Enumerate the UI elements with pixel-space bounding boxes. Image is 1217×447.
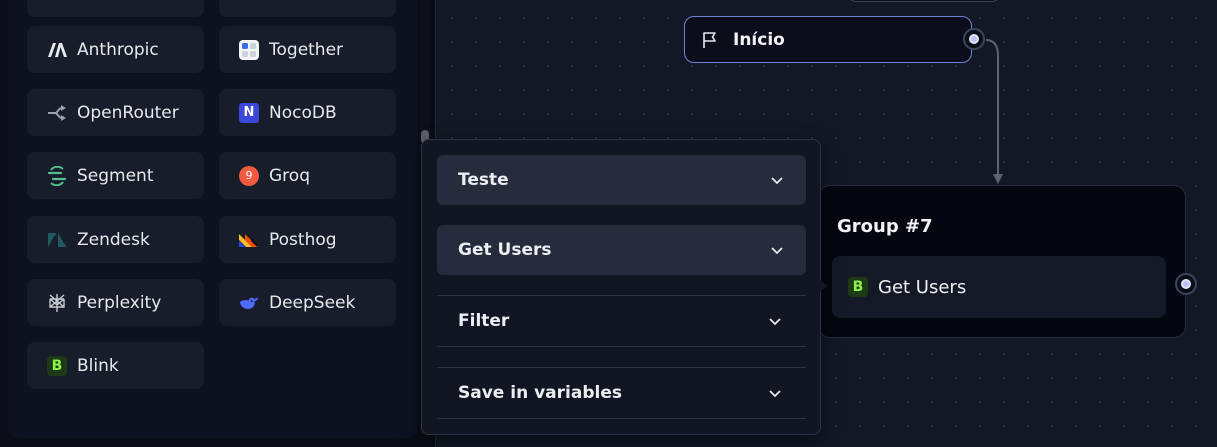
blink-badge-text: B xyxy=(51,357,63,374)
block-label: DeepSeek xyxy=(269,292,356,313)
block-label: Anthropic xyxy=(77,39,159,60)
sidebar-block-deepseek[interactable]: DeepSeek xyxy=(219,279,396,326)
blink-icon: B xyxy=(47,355,67,376)
block-settings-popover: Teste Get Users Filter Save in variables xyxy=(421,139,821,435)
block-label: Together xyxy=(269,39,344,60)
sidebar-block-together[interactable]: Together xyxy=(219,26,396,73)
group-block-get-users[interactable]: B Get Users xyxy=(832,256,1166,318)
block-label: Groq xyxy=(269,165,310,186)
blink-icon: B xyxy=(848,277,868,297)
block-label: Perplexity xyxy=(77,292,162,313)
nocodb-icon: N xyxy=(239,102,259,123)
filter-accordion-label: Filter xyxy=(458,311,510,331)
sidebar-block-zendesk[interactable]: Zendesk xyxy=(27,216,204,263)
blocks-panel: Anthropic Together OpenRouter N NocoDB S… xyxy=(8,0,418,438)
group-title[interactable]: Group #7 xyxy=(837,216,933,237)
node-above-stub[interactable] xyxy=(848,0,1000,2)
chevron-down-icon xyxy=(769,390,781,398)
blocks-sidebar: Anthropic Together OpenRouter N NocoDB S… xyxy=(0,0,436,447)
group-node[interactable]: Group #7 B Get Users xyxy=(818,185,1186,338)
perplexity-icon xyxy=(47,293,67,313)
sidebar-block-partial-right[interactable] xyxy=(219,0,396,17)
anthropic-icon xyxy=(47,40,67,60)
block-label: Posthog xyxy=(269,229,337,250)
block-label: NocoDB xyxy=(269,102,337,123)
sidebar-block-posthog[interactable]: Posthog xyxy=(219,216,396,263)
block-label: OpenRouter xyxy=(77,102,179,123)
save-variables-accordion[interactable]: Save in variables xyxy=(437,367,806,419)
deepseek-icon xyxy=(239,293,259,313)
block-label: Zendesk xyxy=(77,229,150,250)
save-variables-accordion-label: Save in variables xyxy=(458,383,622,403)
sidebar-block-nocodb[interactable]: N NocoDB xyxy=(219,89,396,136)
groq-icon: 9 xyxy=(239,165,259,186)
nocodb-badge-text: N xyxy=(243,105,255,120)
sidebar-block-openrouter[interactable]: OpenRouter xyxy=(27,89,204,136)
sidebar-block-groq[interactable]: 9 Groq xyxy=(219,152,396,199)
group-block-label: Get Users xyxy=(878,276,967,298)
block-label: Blink xyxy=(77,355,119,376)
zendesk-icon xyxy=(47,230,67,250)
credentials-select[interactable]: Teste xyxy=(437,155,806,205)
chevron-down-icon xyxy=(769,318,781,326)
group-output-port[interactable] xyxy=(1175,273,1197,295)
flag-icon xyxy=(701,31,719,49)
together-icon xyxy=(239,39,259,60)
start-node[interactable]: Início xyxy=(684,16,972,63)
action-select-value: Get Users xyxy=(458,240,552,260)
start-node-label: Início xyxy=(733,29,785,50)
start-node-output-port[interactable] xyxy=(963,28,985,50)
credentials-select-value: Teste xyxy=(458,170,509,190)
groq-badge-text: 9 xyxy=(245,169,253,182)
chevron-down-icon xyxy=(771,177,783,185)
sidebar-block-partial-left[interactable] xyxy=(27,0,204,17)
chevron-down-icon xyxy=(771,247,783,255)
blink-badge-text: B xyxy=(852,279,864,295)
sidebar-block-blink[interactable]: B Blink xyxy=(27,342,204,389)
openrouter-icon xyxy=(47,103,67,123)
filter-accordion[interactable]: Filter xyxy=(437,295,806,347)
sidebar-block-perplexity[interactable]: Perplexity xyxy=(27,279,204,326)
action-select[interactable]: Get Users xyxy=(437,225,806,275)
sidebar-block-segment[interactable]: Segment xyxy=(27,152,204,199)
sidebar-block-anthropic[interactable]: Anthropic xyxy=(27,26,204,73)
block-label: Segment xyxy=(77,165,154,186)
posthog-icon xyxy=(239,230,259,250)
segment-icon xyxy=(47,165,67,186)
